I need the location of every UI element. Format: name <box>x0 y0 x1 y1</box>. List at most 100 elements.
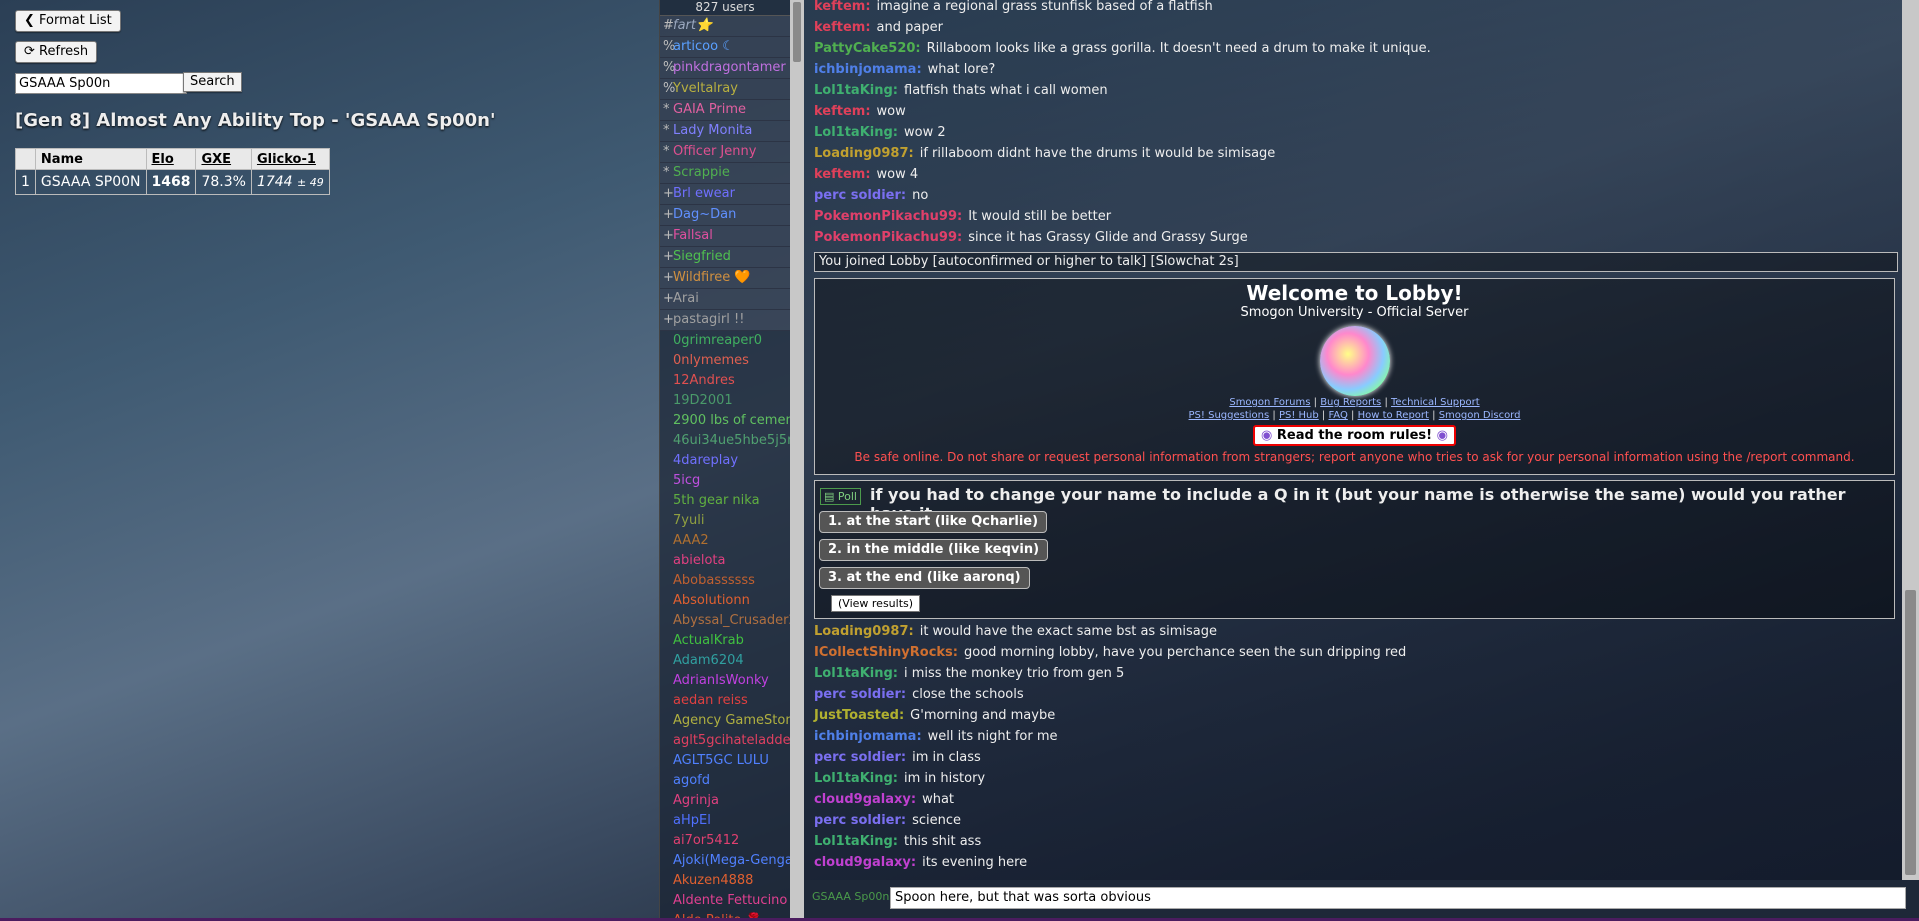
format-list-button[interactable]: ❮ Format List <box>15 10 121 32</box>
user-list-item[interactable]: Abyssal_Crusader2 <box>660 611 790 631</box>
user-list-item[interactable]: Agrinja <box>660 791 790 811</box>
user-list-item[interactable]: aglt5gcihateladder <box>660 731 790 751</box>
user-list-item[interactable]: Akuzen4888 <box>660 871 790 891</box>
user-list-item[interactable]: * Lady Monita <box>660 121 790 142</box>
chat-message-input[interactable]: Spoon here, but that was sorta obvious <box>890 887 1906 909</box>
col-elo[interactable]: Elo <box>145 148 197 170</box>
chat-username[interactable]: PokemonPikachu99: <box>814 209 962 224</box>
search-button[interactable]: Search <box>183 72 242 92</box>
poll-option-3[interactable]: 3. at the end (like aaronq) <box>819 567 1030 589</box>
user-list-item[interactable]: Adam6204 <box>660 651 790 671</box>
col-glicko[interactable]: Glicko-1 <box>250 148 330 170</box>
user-list-item[interactable]: AdrianIsWonky <box>660 671 790 691</box>
welcome-title: Welcome to Lobby! <box>1246 281 1463 305</box>
user-list-item[interactable]: * Scrappie <box>660 163 790 184</box>
link-ps-suggestions[interactable]: PS! Suggestions <box>1189 410 1270 421</box>
user-list-item[interactable]: ai7or5412 <box>660 831 790 851</box>
chat-username[interactable]: PattyCake520: <box>814 41 921 56</box>
chat-username[interactable]: Loading0987: <box>814 146 914 161</box>
link-bug-reports[interactable]: Bug Reports <box>1320 397 1381 408</box>
refresh-button[interactable]: ⟳ Refresh <box>15 41 98 63</box>
user-list-item[interactable]: aedan reiss <box>660 691 790 711</box>
user-list-item[interactable]: agofd <box>660 771 790 791</box>
elo-cell: 1468 <box>145 169 197 195</box>
user-list-item[interactable]: #fart⭐ <box>660 16 790 37</box>
user-list-item[interactable]: +Fallsal <box>660 226 790 247</box>
user-list-item[interactable]: %articoo ☾ <box>660 37 790 58</box>
chat-username[interactable]: Lol1taKing: <box>814 771 898 786</box>
user-list-item[interactable]: 19D2001 <box>660 391 790 411</box>
chat-username[interactable]: perc soldier: <box>814 813 906 828</box>
chat-username[interactable]: perc soldier: <box>814 687 906 702</box>
user-list-item[interactable]: 5icg <box>660 471 790 491</box>
user-list-item[interactable]: 2900 lbs of cement <box>660 411 790 431</box>
chat-username[interactable]: keftem: <box>814 0 871 14</box>
poll-option-1[interactable]: 1. at the start (like Qcharlie) <box>819 511 1048 533</box>
link-smogon-discord[interactable]: Smogon Discord <box>1439 410 1521 421</box>
user-list-item[interactable]: 4dareplay <box>660 451 790 471</box>
chat-scrollbar[interactable] <box>1902 0 1919 880</box>
room-rules-label: Read the room rules! <box>1276 428 1433 443</box>
user-list-item[interactable]: +Siegfried <box>660 247 790 268</box>
room-rules-button[interactable]: ◉ Read the room rules! ◉ <box>1253 425 1456 446</box>
chat-username[interactable]: keftem: <box>814 20 871 35</box>
chat-username[interactable]: Lol1taKing: <box>814 834 898 849</box>
chat-username[interactable]: Lol1taKing: <box>814 666 898 681</box>
chat-username[interactable]: keftem: <box>814 104 871 119</box>
user-list-scrollbar[interactable] <box>790 0 804 921</box>
chat-username[interactable]: ichbinjomama: <box>814 62 922 77</box>
scrollbar-thumb[interactable] <box>793 2 801 62</box>
chat-username[interactable]: Loading0987: <box>814 624 914 639</box>
user-list-item[interactable]: abielota <box>660 551 790 571</box>
user-list-item[interactable]: * Officer Jenny <box>660 142 790 163</box>
user-list-item[interactable]: 46ui34ue5hbe5j5r <box>660 431 790 451</box>
scrollbar-thumb[interactable] <box>1905 590 1916 875</box>
user-list-item[interactable]: 5th gear nika <box>660 491 790 511</box>
chat-username[interactable]: cloud9galaxy: <box>814 855 916 870</box>
user-list-item[interactable]: 0nlymemes <box>660 351 790 371</box>
chat-username[interactable]: ICollectShinyRocks: <box>814 645 958 660</box>
chat-username[interactable]: perc soldier: <box>814 750 906 765</box>
user-name: Wildfiree 🧡 <box>673 270 751 285</box>
link-how-to-report[interactable]: How to Report <box>1358 410 1429 421</box>
user-list-item[interactable]: Aldente Fettucino <box>660 891 790 911</box>
user-list-item[interactable]: +Wildfiree 🧡 <box>660 268 790 289</box>
chat-username[interactable]: PokemonPikachu99: <box>814 230 962 245</box>
user-list-item[interactable]: 0grimreaper0 <box>660 331 790 351</box>
link-technical-support[interactable]: Technical Support <box>1391 397 1480 408</box>
chat-username[interactable]: keftem: <box>814 167 871 182</box>
user-list-item[interactable]: +pastagirl !! <box>660 310 790 331</box>
user-list-item[interactable]: AGLT5GC LULU <box>660 751 790 771</box>
ladder-search-input[interactable] <box>15 73 187 94</box>
welcome-box: Welcome to Lobby! Smogon University - Of… <box>814 278 1895 475</box>
col-gxe[interactable]: GXE <box>195 148 252 170</box>
name-cell[interactable]: GSAAA SP00N <box>34 169 147 195</box>
chat-username[interactable]: perc soldier: <box>814 188 906 203</box>
user-list-item[interactable]: +Arai <box>660 289 790 310</box>
user-list-item[interactable]: * GAIA Prime <box>660 100 790 121</box>
user-list-item[interactable]: aHpEl <box>660 811 790 831</box>
user-list-item[interactable]: %Yveltalray <box>660 79 790 100</box>
chat-username[interactable]: Lol1taKing: <box>814 125 898 140</box>
user-list-item[interactable]: AAA2 <box>660 531 790 551</box>
user-list-item[interactable]: 12Andres <box>660 371 790 391</box>
link-ps-hub[interactable]: PS! Hub <box>1279 410 1319 421</box>
user-list-item[interactable]: Abobassssss <box>660 571 790 591</box>
user-list-item[interactable]: +Dag~Dan <box>660 205 790 226</box>
user-list-item[interactable]: ActualKrab <box>660 631 790 651</box>
chat-username[interactable]: cloud9galaxy: <box>814 792 916 807</box>
view-results-button[interactable]: (View results) <box>831 595 921 612</box>
chat-username[interactable]: Lol1taKing: <box>814 83 898 98</box>
user-list-item[interactable]: +Brl ewear <box>660 184 790 205</box>
poll-option-2[interactable]: 2. in the middle (like keqvin) <box>819 539 1049 561</box>
user-list-item[interactable]: 7yuli <box>660 511 790 531</box>
user-list-item[interactable]: Absolutionn <box>660 591 790 611</box>
link-faq[interactable]: FAQ <box>1328 410 1347 421</box>
chat-username[interactable]: JustToasted: <box>814 708 904 723</box>
chat-username[interactable]: ichbinjomama: <box>814 729 922 744</box>
user-list-item[interactable]: Ajoki(Mega-Gengar) <box>660 851 790 871</box>
link-smogon-forums[interactable]: Smogon Forums <box>1229 397 1310 408</box>
user-list-item[interactable]: Agency GameStone <box>660 711 790 731</box>
chat-text: close the schools <box>912 687 1024 702</box>
user-list-item[interactable]: %pinkdragontamer <box>660 58 790 79</box>
